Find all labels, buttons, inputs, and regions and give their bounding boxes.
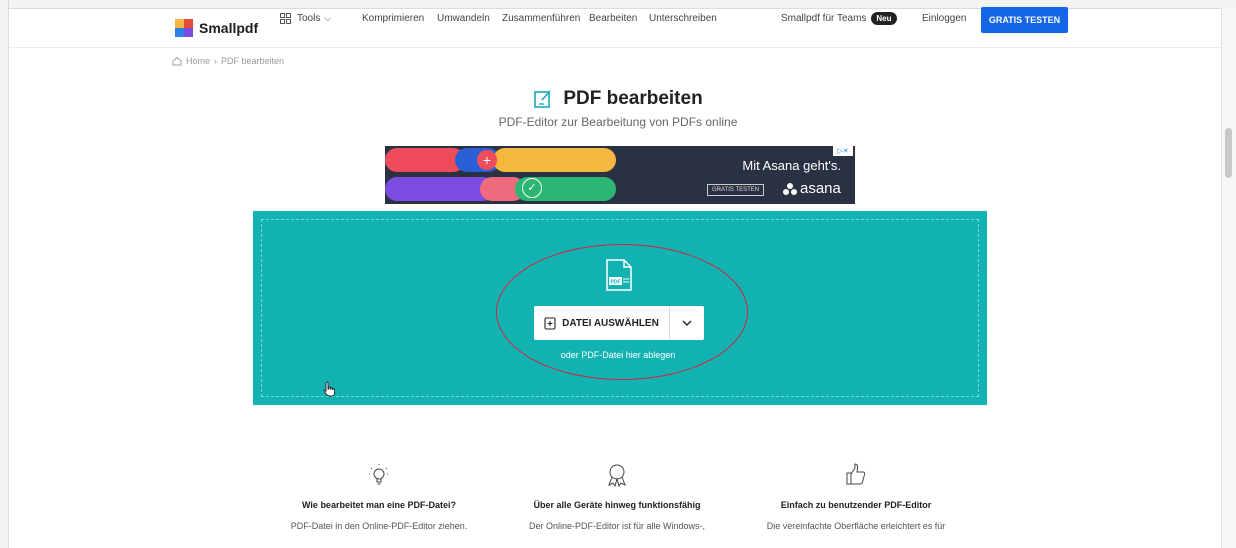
ad-headline: Mit Asana geht's. [742, 158, 841, 173]
browser-frame-left [0, 0, 9, 548]
lightbulb-icon [369, 464, 389, 485]
edit-pdf-icon [534, 90, 551, 108]
feature-title: Wie bearbeitet man eine PDF-Datei? [302, 500, 456, 510]
nav-link-convert[interactable]: Umwandeln [437, 13, 490, 24]
feature-all-devices: Über alle Geräte hinweg funktionsfähig D… [497, 462, 737, 533]
home-icon [172, 56, 182, 66]
free-trial-button[interactable]: GRATIS TESTEN [981, 7, 1068, 33]
breadcrumb-separator: › [214, 56, 218, 66]
breadcrumb: Home › PDF bearbeiten [172, 56, 284, 66]
page-title-text: PDF bearbeiten [563, 88, 703, 109]
new-badge: Neu [871, 12, 897, 25]
feature-title: Einfach zu benutzender PDF-Editor [780, 500, 932, 510]
brand-name: Smallpdf [199, 20, 259, 36]
tools-menu[interactable]: Tools ⌵ [280, 13, 331, 24]
breadcrumb-home[interactable]: Home [186, 56, 210, 66]
award-icon [608, 464, 626, 488]
ad-cta-button[interactable]: GRATIS TESTEN [707, 184, 765, 196]
feature-text: Der Online-PDF-Editor ist für alle Windo… [528, 521, 706, 531]
check-icon: ✓ [522, 178, 542, 198]
scrollbar-thumb[interactable] [1225, 128, 1232, 178]
page-title: PDF bearbeiten [533, 88, 703, 110]
ad-brand: asana [783, 180, 841, 197]
ad-brand-name: asana [800, 180, 841, 197]
feature-how-to: Wie bearbeitet man eine PDF-Datei? PDF-D… [259, 462, 499, 533]
feature-text: Die vereinfachte Oberfläche erleichtert … [766, 521, 946, 531]
feature-easy-to-use: Einfach zu benutzender PDF-Editor Die ve… [736, 462, 976, 533]
teams-link[interactable]: Smallpdf für Teams Neu [781, 12, 897, 25]
teams-label: Smallpdf für Teams [781, 13, 867, 24]
plus-icon: + [477, 150, 497, 170]
grid-icon [280, 13, 291, 24]
asana-logo-icon [783, 182, 797, 195]
feature-text: PDF-Datei in den Online-PDF-Editor ziehe… [290, 521, 468, 531]
nav-link-merge[interactable]: Zusammenführen [502, 13, 580, 24]
hand-cursor-icon [323, 381, 335, 397]
page-subtitle: PDF-Editor zur Bearbeitung von PDFs onli… [498, 115, 738, 129]
ad-banner[interactable]: + ✓ ▷✕ Mit Asana geht's. GRATIS TESTEN a… [385, 146, 855, 204]
brand-logo[interactable]: Smallpdf [175, 19, 258, 37]
nav-link-compress[interactable]: Komprimieren [362, 13, 424, 24]
chevron-down-icon: ⌵ [324, 13, 332, 23]
thumbs-up-icon [846, 463, 866, 485]
feature-title: Über alle Geräte hinweg funktionsfähig [533, 500, 701, 510]
ad-choices-icon[interactable]: ▷✕ [833, 146, 853, 156]
red-highlight-oval [496, 244, 748, 380]
breadcrumb-current: PDF bearbeiten [221, 56, 285, 66]
smallpdf-logo-icon [175, 19, 193, 37]
nav-link-sign[interactable]: Unterschreiben [649, 13, 717, 24]
login-link[interactable]: Einloggen [922, 13, 966, 24]
nav-link-edit[interactable]: Bearbeiten [589, 13, 637, 24]
tools-label: Tools [297, 13, 321, 24]
